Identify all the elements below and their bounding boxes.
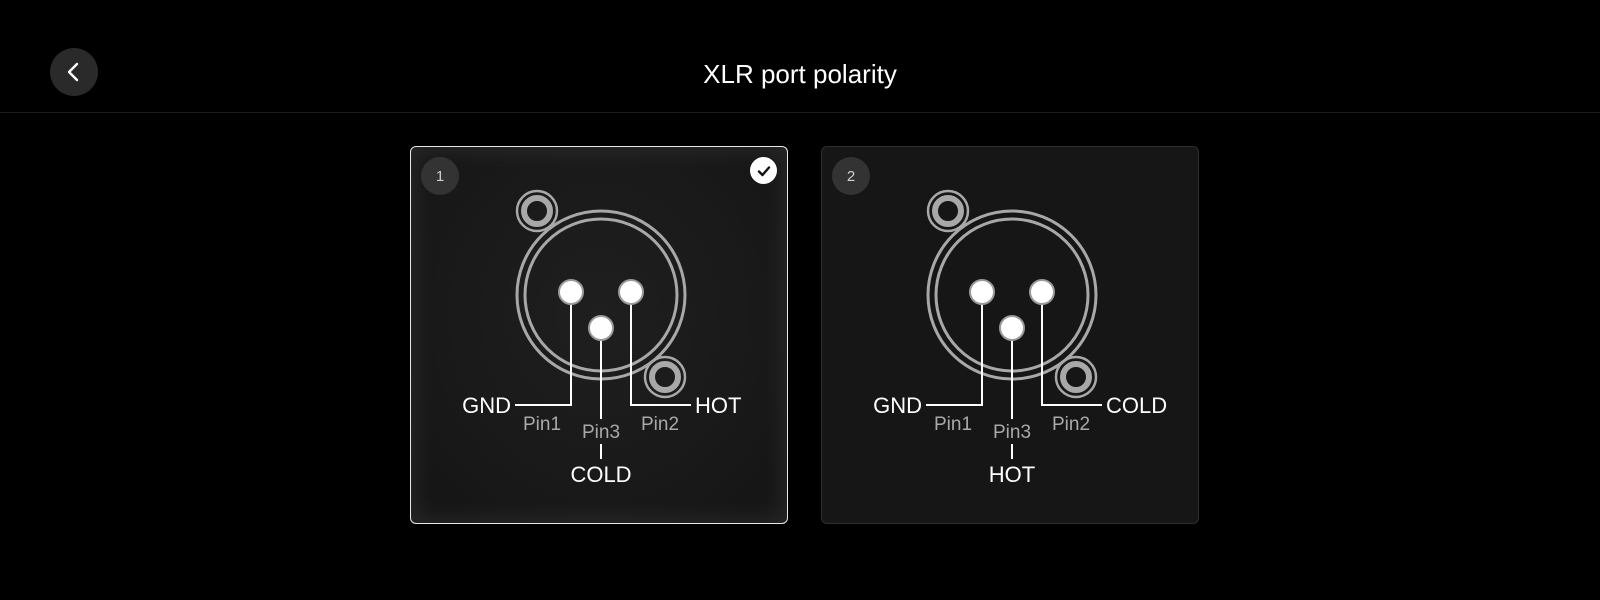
pin2-signal-label: COLD (1106, 393, 1167, 418)
pin1-label: Pin1 (934, 414, 972, 435)
pin3-signal-label: COLD (570, 462, 631, 487)
pin3-contact (588, 315, 614, 341)
pin1-leader-line (515, 292, 572, 406)
mounting-hole-top-left (926, 189, 970, 233)
header-bar: XLR port polarity (0, 0, 1600, 113)
pin3-contact (999, 315, 1025, 341)
mounting-hole-top-left (515, 189, 559, 233)
xlr-connector-diagram: GND HOT COLD Pin1 Pin2 Pin3 (462, 189, 741, 487)
pin1-leader-line (926, 292, 983, 406)
pin3-label: Pin3 (582, 422, 620, 443)
pin1-contact (969, 279, 995, 305)
gnd-label: GND (462, 393, 511, 418)
pin2-signal-label: HOT (695, 393, 741, 418)
pin2-contact (1029, 279, 1055, 305)
pin1-label: Pin1 (523, 414, 561, 435)
pin3-signal-label: HOT (989, 462, 1035, 487)
pin2-contact (618, 279, 644, 305)
pin3-label: Pin3 (993, 422, 1031, 443)
page-title: XLR port polarity (703, 59, 897, 89)
pin1-contact (558, 279, 584, 305)
pin2-label: Pin2 (641, 414, 679, 435)
polarity-option-2[interactable]: 2 GND COLD HOT Pin1 Pin2 Pin3 (821, 146, 1199, 524)
pin2-label: Pin2 (1052, 414, 1090, 435)
polarity-option-1[interactable]: 1 GND HOT COLD Pin1 Pin2 Pin3 (410, 146, 788, 524)
gnd-label: GND (873, 393, 922, 418)
xlr-connector-diagram: GND COLD HOT Pin1 Pin2 Pin3 (873, 189, 1167, 487)
